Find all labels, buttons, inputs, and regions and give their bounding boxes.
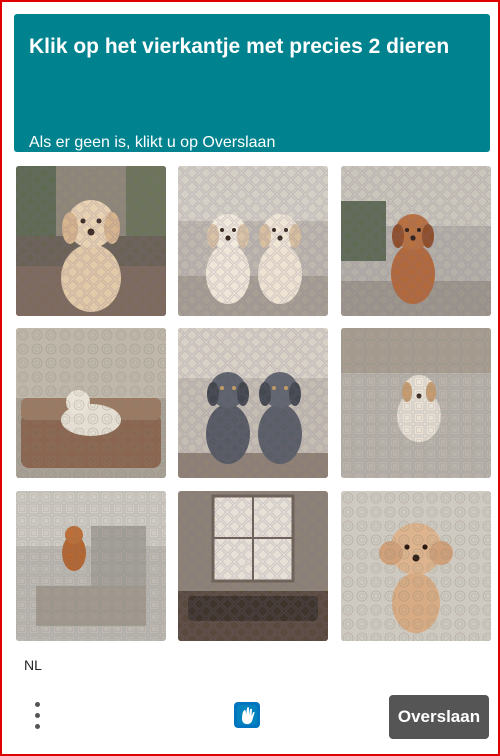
hcaptcha-logo-icon	[234, 702, 260, 728]
image-tile-6[interactable]	[341, 328, 491, 478]
challenge-title: Klik op het vierkantje met precies 2 die…	[29, 35, 450, 58]
hcaptcha-logo-icon[interactable]	[231, 699, 263, 731]
image-tile-9[interactable]	[341, 491, 491, 641]
tile-image	[178, 328, 328, 478]
kebab-menu-icon	[35, 724, 40, 729]
tile-image	[16, 328, 166, 478]
challenge-subtitle: Als er geen is, klikt u op Overslaan	[29, 134, 276, 151]
image-tile-8[interactable]	[178, 491, 328, 641]
tile-image	[178, 491, 328, 641]
tile-image	[341, 166, 491, 316]
image-tile-7[interactable]	[16, 491, 166, 641]
image-tile-2[interactable]	[178, 166, 328, 316]
captcha-frame: Klik op het vierkantje met precies 2 die…	[0, 0, 500, 756]
image-tile-4[interactable]	[16, 328, 166, 478]
kebab-menu-icon	[35, 713, 40, 718]
tile-image	[341, 328, 491, 478]
tile-image	[16, 491, 166, 641]
image-tile-1[interactable]	[16, 166, 166, 316]
tile-image	[178, 166, 328, 316]
skip-button[interactable]: Overslaan	[389, 695, 489, 739]
image-tile-3[interactable]	[341, 166, 491, 316]
menu-button[interactable]	[26, 699, 50, 735]
image-tile-5[interactable]	[178, 328, 328, 478]
tile-image	[16, 166, 166, 316]
language-selector[interactable]: NL	[24, 657, 42, 673]
tile-image	[341, 491, 491, 641]
challenge-header: Klik op het vierkantje met precies 2 die…	[14, 14, 490, 152]
kebab-menu-icon	[35, 702, 40, 707]
